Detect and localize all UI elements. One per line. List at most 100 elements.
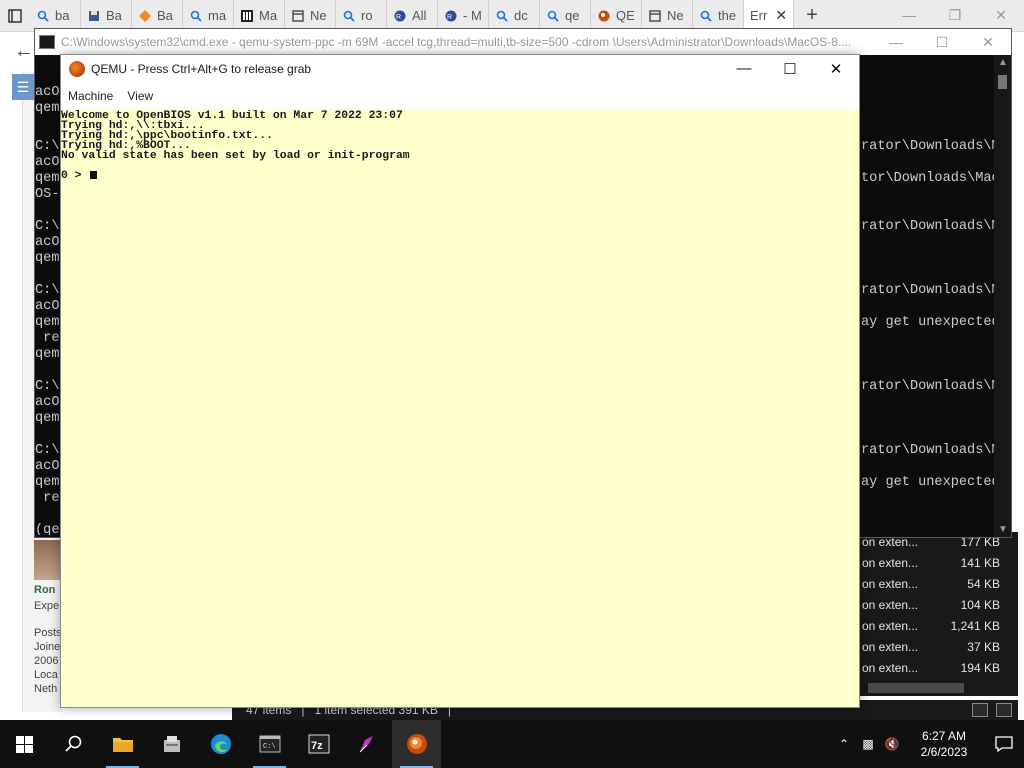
start-icon [16, 735, 33, 753]
cmd-line: rator\Downloads\M [861, 219, 995, 234]
taskbar-edge[interactable] [196, 720, 245, 768]
browser-tab[interactable]: the [693, 0, 744, 32]
table-row[interactable]: on exten... 54 KB [858, 574, 1018, 595]
search-icon [495, 9, 509, 23]
taskbar-qemu[interactable] [392, 720, 441, 768]
network-icon[interactable]: ▩ [856, 737, 880, 751]
cmd-line: rator\Downloads\M [861, 139, 995, 154]
qemu-title-bar[interactable]: QEMU - Press Ctrl+Alt+G to release grab … [61, 55, 859, 83]
cmd-line: qem [35, 315, 60, 330]
cmd-line: C:\ [35, 379, 60, 394]
taskbar-pen-tool[interactable] [343, 720, 392, 768]
cmd-line: acO [35, 395, 60, 410]
menu-view[interactable]: View [127, 89, 153, 103]
terminal-icon: C:\ [259, 735, 280, 753]
scroll-down-icon[interactable]: ▼ [998, 524, 1008, 535]
table-row[interactable]: on exten... 141 KB [858, 553, 1018, 574]
taskbar-7zip[interactable]: 7z [294, 720, 343, 768]
scroll-up-icon[interactable]: ▲ [998, 57, 1008, 68]
browser-tab[interactable]: Ne [642, 0, 693, 32]
scroll-thumb[interactable] [868, 683, 964, 693]
avatar [34, 540, 60, 580]
cmd-line: qem [35, 411, 60, 426]
minimize-icon[interactable]: — [886, 7, 932, 24]
system-tray: ⌃ ▩ 🔇 6:27 AM 2/6/2023 [832, 720, 1024, 768]
maximize-icon[interactable]: ☐ [919, 34, 965, 51]
cmd-scrollbar[interactable]: ▲ ▼ [994, 55, 1011, 537]
tab-label: Err [750, 8, 768, 23]
file-type: on exten... [862, 556, 919, 570]
scroll-thumb[interactable] [998, 75, 1007, 89]
table-row[interactable]: on exten... 104 KB [858, 595, 1018, 616]
new-tab-button[interactable]: + [794, 4, 830, 27]
volume-muted-icon[interactable]: 🔇 [880, 737, 904, 751]
taskbar-installer[interactable] [147, 720, 196, 768]
browser-tab[interactable]: Ba [81, 0, 132, 32]
browser-tab[interactable]: ma [183, 0, 234, 32]
maximize-icon[interactable]: ☐ [767, 60, 813, 78]
table-row[interactable]: on exten... 37 KB [858, 637, 1018, 658]
browser-tab[interactable]: R- M [438, 0, 489, 32]
cmd-line: qem [35, 251, 60, 266]
taskbar-search-button[interactable] [49, 720, 98, 768]
cmd-line: acO [35, 235, 60, 250]
search-icon [342, 9, 356, 23]
browser-tab[interactable]: qe [540, 0, 591, 32]
explorer-horizontal-scrollbar[interactable] [858, 680, 1018, 696]
file-type: on exten... [862, 577, 919, 591]
taskbar-file-explorer[interactable] [98, 720, 147, 768]
large-icons-view-icon[interactable] [996, 703, 1012, 717]
openbios-console[interactable]: Welcome to OpenBIOS v1.1 built on Mar 7 … [61, 109, 859, 707]
cmd-line: qem [35, 347, 60, 362]
user-meta-line: Neth [34, 683, 58, 695]
browser-tab[interactable]: Ma [234, 0, 285, 32]
taskbar-terminal[interactable]: C:\ [245, 720, 294, 768]
tab-label: Ba [106, 8, 122, 23]
search-icon [546, 9, 560, 23]
user-meta-line: 2006 [34, 655, 59, 667]
tab-actions-icon[interactable] [0, 0, 30, 32]
menu-icon[interactable]: ☰ [12, 74, 34, 100]
file-size: 37 KB [967, 640, 1000, 654]
close-tab-icon[interactable]: ✕ [775, 7, 787, 24]
close-icon[interactable]: ✕ [965, 34, 1011, 51]
browser-tab[interactable]: ba [30, 0, 81, 32]
forum-username[interactable]: Ron [34, 584, 55, 596]
browser-tab[interactable]: R All [387, 0, 438, 32]
close-icon[interactable]: ✕ [978, 7, 1024, 24]
pen-tool-icon [359, 736, 373, 753]
taskbar-clock[interactable]: 6:27 AM 2/6/2023 [904, 728, 984, 760]
cmd-line: C:\ [35, 283, 60, 298]
user-meta-line: Joine [34, 641, 61, 653]
file-type: on exten... [862, 619, 919, 633]
minimize-icon[interactable]: — [721, 60, 767, 78]
menu-machine[interactable]: Machine [68, 89, 113, 103]
browser-tab[interactable]: dc [489, 0, 540, 32]
back-arrow-icon[interactable]: ← [14, 40, 34, 63]
browser-tab[interactable]: Ba [132, 0, 183, 32]
browser-tab[interactable]: QE [591, 0, 642, 32]
cmd-line: ay get unexpected [861, 475, 995, 490]
file-type: on exten... [862, 640, 919, 654]
start-button[interactable] [0, 720, 49, 768]
browser-tab[interactable]: ro [336, 0, 387, 32]
globe-icon: R [444, 9, 458, 23]
globe-icon: R [393, 9, 407, 23]
chevron-up-icon[interactable]: ⌃ [832, 737, 856, 751]
tab-label: dc [514, 8, 528, 23]
close-icon[interactable]: ✕ [813, 60, 859, 78]
cmd-line: (qe [35, 523, 60, 535]
file-size: 194 KB [960, 661, 1000, 675]
table-row[interactable]: on exten... 194 KB [858, 658, 1018, 679]
cmd-title-bar[interactable]: C:\Windows\system32\cmd.exe - qemu-syste… [35, 29, 1011, 55]
table-row[interactable]: on exten... 1,241 KB [858, 616, 1018, 637]
qemu-icon [597, 9, 611, 23]
details-view-icon[interactable] [972, 703, 988, 717]
minimize-icon[interactable]: — [873, 34, 919, 51]
notification-center-button[interactable] [984, 720, 1024, 768]
cmd-line: ay get unexpected [861, 315, 995, 330]
browser-tab[interactable]: Ne [285, 0, 336, 32]
restore-icon[interactable]: ❐ [932, 7, 978, 24]
text-cursor [90, 171, 98, 179]
browser-tab[interactable]: Err ✕ [744, 0, 794, 32]
